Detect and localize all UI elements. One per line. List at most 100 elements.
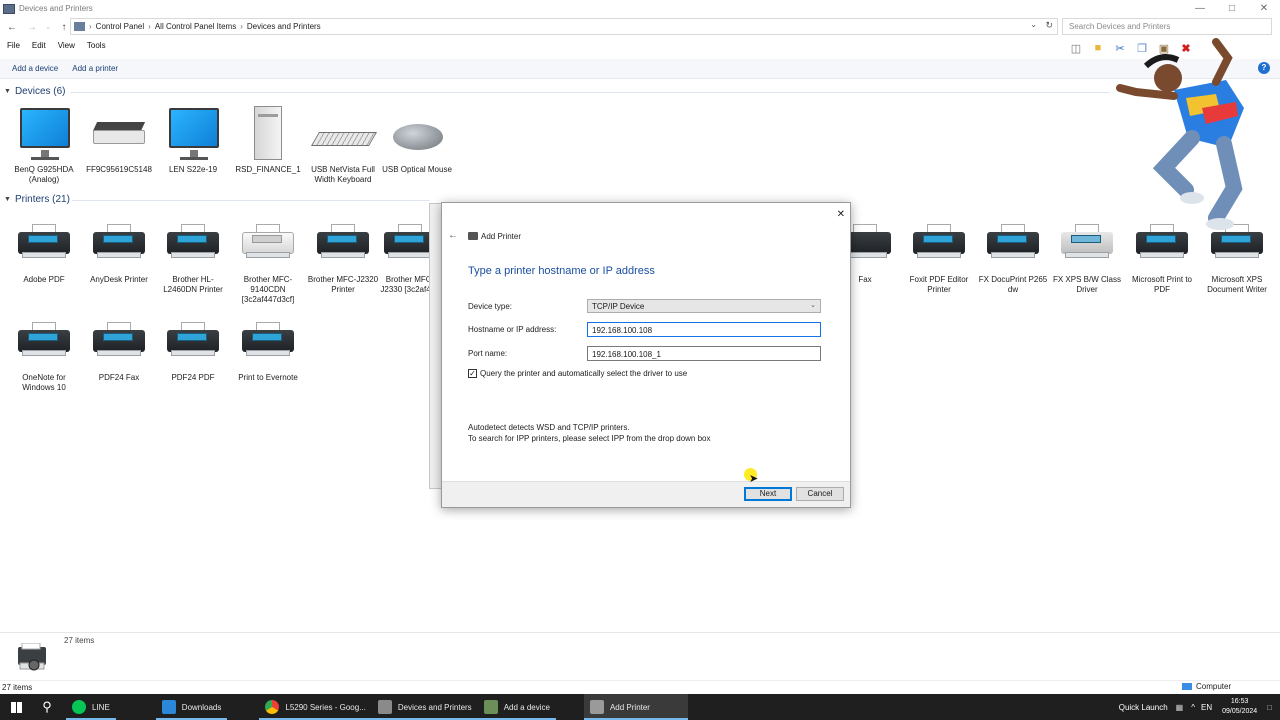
printer-item[interactable]: Print to Evernote (231, 314, 305, 383)
taskbar-item-chrome[interactable]: L5290 Series - Goog... (259, 694, 372, 720)
devices-group-label: Devices (6) (14, 86, 66, 97)
recent-dropdown-icon[interactable]: ⌄ (41, 19, 55, 35)
menu-file[interactable]: File (7, 41, 20, 55)
printer-icon (89, 314, 149, 370)
window-title: Devices and Printers (19, 4, 93, 13)
taskbar-item-label: Add a device (503, 702, 550, 712)
devices-group-header[interactable]: ▼ Devices (6) (4, 86, 66, 97)
close-icon[interactable]: ✕ (837, 209, 845, 220)
info-line: Autodetect detects WSD and TCP/IP printe… (468, 423, 630, 432)
printer-label: AnyDesk Printer (90, 275, 148, 284)
printer-item[interactable]: PDF24 PDF (156, 314, 230, 383)
printer-label: Brother HL-L2460DN Printer (163, 275, 223, 294)
menu-tools[interactable]: Tools (87, 41, 106, 55)
tower-pc-icon (238, 106, 298, 162)
cancel-button[interactable]: Cancel (796, 487, 844, 501)
breadcrumb-devices-printers[interactable]: Devices and Printers (247, 22, 321, 31)
add-device-button[interactable]: Add a device (12, 64, 58, 73)
device-label: RSD_FINANCE_1 (235, 165, 301, 174)
printers-group-header[interactable]: ▼ Printers (21) (4, 194, 70, 205)
printer-icon (468, 232, 478, 240)
printer-item[interactable]: Brother MFC-9140CDN [3c2af447d3cf] (231, 216, 305, 305)
start-button[interactable] (0, 694, 32, 720)
add-device-icon (483, 700, 498, 714)
taskbar-item-add-printer[interactable]: Add Printer (583, 694, 688, 720)
printer-item[interactable]: Foxit PDF Editor Printer (902, 216, 976, 295)
status-bar: 27 items Computer (0, 680, 1280, 694)
layout-pane-icon[interactable]: ◫ (1068, 40, 1084, 56)
printer-item[interactable]: Adobe PDF (7, 216, 81, 285)
search-input[interactable]: Search Devices and Printers (1062, 18, 1272, 35)
keyboard-icon (310, 106, 378, 162)
forward-arrow-icon[interactable]: → (25, 19, 39, 35)
printer-camera-icon (18, 643, 46, 671)
taskbar-item-devices-printers[interactable]: Devices and Printers (371, 694, 478, 720)
printer-item[interactable]: Brother HL-L2460DN Printer (156, 216, 230, 295)
query-printer-checkbox[interactable]: ✓ (468, 369, 477, 378)
add-printer-button[interactable]: Add a printer (72, 64, 118, 73)
printer-item[interactable]: FX DocuPrint P265 dw (976, 216, 1050, 295)
quick-launch-toolbar[interactable]: Quick Launch (1119, 703, 1168, 712)
printer-item[interactable]: Brother MFC-J2320 Printer (306, 216, 380, 295)
printer-item[interactable]: OneNote for Windows 10 (7, 314, 81, 393)
search-icon[interactable]: ⚲ (32, 694, 62, 720)
device-item[interactable]: RSD_FINANCE_1 (231, 106, 305, 175)
hostname-input[interactable]: 192.168.100.108 (587, 322, 821, 337)
device-item[interactable]: FF9C95619C5148 (82, 106, 156, 175)
refresh-icon[interactable]: ↻ (1045, 20, 1053, 31)
taskbar-item-line[interactable]: LINE (66, 694, 116, 720)
menu-view[interactable]: View (58, 41, 75, 55)
taskbar-item-downloads[interactable]: Downloads (155, 694, 228, 720)
chevron-right-icon: › (240, 22, 243, 31)
scanner-icon (89, 106, 149, 162)
up-arrow-icon[interactable]: ↑ (57, 19, 71, 35)
chevron-up-icon[interactable]: ^ (1191, 703, 1195, 712)
next-button[interactable]: Next (744, 487, 792, 501)
notification-icon[interactable]: □ (1267, 703, 1272, 712)
address-bar[interactable]: › Control Panel › All Control Panel Item… (70, 18, 1058, 35)
details-item-count: 27 items (64, 636, 95, 645)
chevron-right-icon: › (148, 22, 151, 31)
group-divider (70, 92, 1110, 93)
menu-edit[interactable]: Edit (32, 41, 46, 55)
taskbar-item-label: Add Printer (609, 702, 650, 712)
printer-item[interactable]: PDF24 Fax (82, 314, 156, 383)
close-window-button[interactable]: ✕ (1248, 0, 1280, 17)
device-type-label: Device type: (468, 302, 513, 311)
language-indicator[interactable]: EN (1201, 703, 1212, 712)
add-printer-dialog: ✕ ← Add Printer Type a printer hostname … (441, 202, 851, 508)
tray-overflow-icon[interactable]: ▦ (1176, 703, 1184, 712)
device-item[interactable]: USB Optical Mouse (380, 106, 454, 175)
status-item-count: 27 items (2, 683, 33, 692)
query-printer-checkbox-row[interactable]: ✓ Query the printer and automatically se… (468, 369, 687, 378)
details-pane: 27 items (0, 632, 1280, 679)
group-divider (72, 200, 430, 201)
port-name-input[interactable]: 192.168.100.108_1 (587, 346, 821, 361)
printer-icon (238, 314, 298, 370)
device-label: LEN S22e-19 (168, 165, 218, 174)
clock-time: 16:53 (1230, 698, 1249, 705)
printer-icon (377, 700, 392, 714)
chevron-down-icon: ⌄ (810, 302, 816, 309)
folder-icon[interactable]: ■ (1090, 40, 1106, 56)
device-item[interactable]: USB NetVista Full Width Keyboard (306, 106, 380, 185)
person-legs (1152, 130, 1200, 198)
device-item[interactable]: BenQ G925HDA (Analog) (7, 106, 81, 185)
chevron-right-icon: › (89, 22, 92, 31)
minimize-button[interactable]: — (1184, 0, 1216, 17)
breadcrumb-control-panel[interactable]: Control Panel (96, 22, 144, 31)
menu-bar: File Edit View Tools (0, 41, 111, 55)
printer-item[interactable]: FX XPS B/W Class Driver (1050, 216, 1124, 295)
breadcrumb-all-items[interactable]: All Control Panel Items (155, 22, 236, 31)
device-type-select[interactable]: TCP/IP Device ⌄ (587, 299, 821, 313)
device-item[interactable]: LEN S22e-19 (156, 106, 230, 175)
printer-item[interactable]: AnyDesk Printer (82, 216, 156, 285)
back-arrow-icon[interactable]: ← (5, 19, 19, 35)
chevron-down-icon[interactable]: ⌄ (1030, 20, 1037, 29)
printer-icon (909, 216, 969, 272)
back-arrow-icon[interactable]: ← (448, 230, 458, 241)
maximize-button[interactable]: □ (1216, 0, 1248, 17)
printer-icon (163, 314, 223, 370)
clock[interactable]: 16:53 09/05/2024 (1222, 697, 1257, 717)
taskbar-item-add-device[interactable]: Add a device (477, 694, 557, 720)
